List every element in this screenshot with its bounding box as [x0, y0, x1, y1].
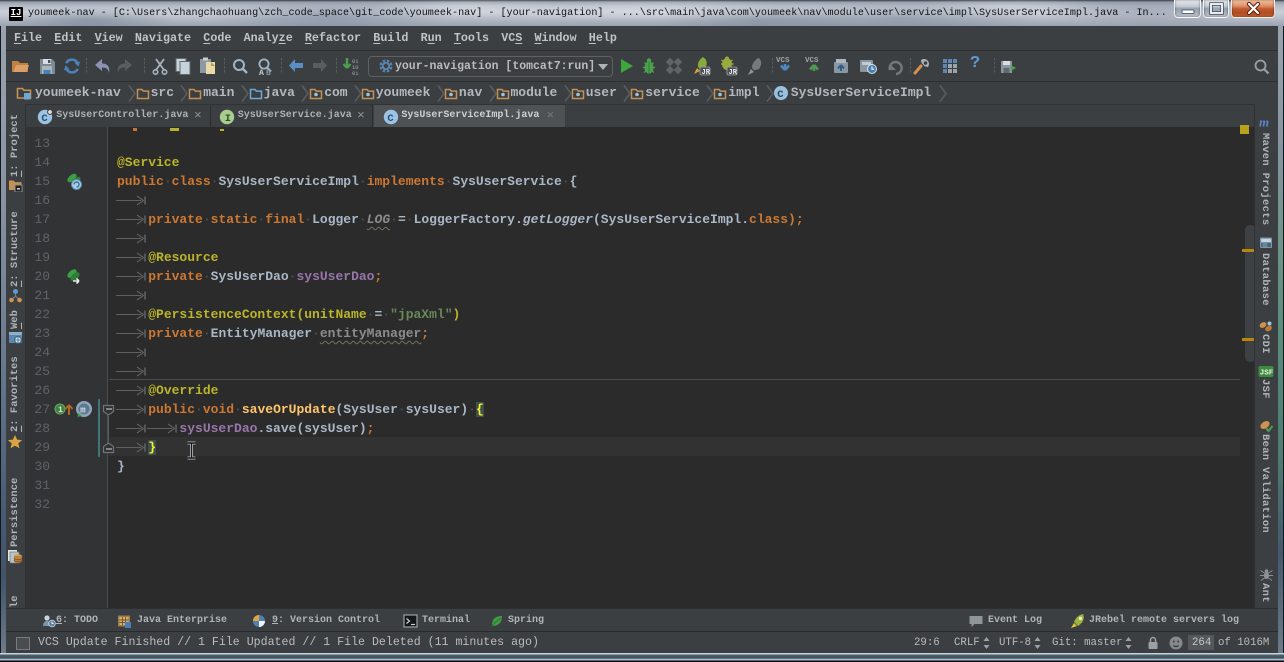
- svg-text:C: C: [387, 113, 394, 125]
- svg-text:C: C: [41, 113, 48, 125]
- svg-text:1: 1: [58, 406, 63, 415]
- svg-text:m: m: [1259, 115, 1269, 129]
- svg-text:JR: JR: [729, 69, 738, 76]
- svg-text:JSF: JSF: [1260, 370, 1274, 378]
- svg-text:m: m: [80, 406, 86, 416]
- svg-text:JR: JR: [702, 69, 711, 76]
- svg-text:A: A: [259, 69, 264, 76]
- svg-text:B: B: [266, 69, 271, 76]
- svg-text:I: I: [225, 113, 231, 125]
- svg-text:VCS: VCS: [805, 57, 819, 65]
- svg-text:VCS: VCS: [776, 57, 790, 65]
- svg-text:C: C: [777, 89, 784, 101]
- svg-text:01: 01: [352, 70, 359, 76]
